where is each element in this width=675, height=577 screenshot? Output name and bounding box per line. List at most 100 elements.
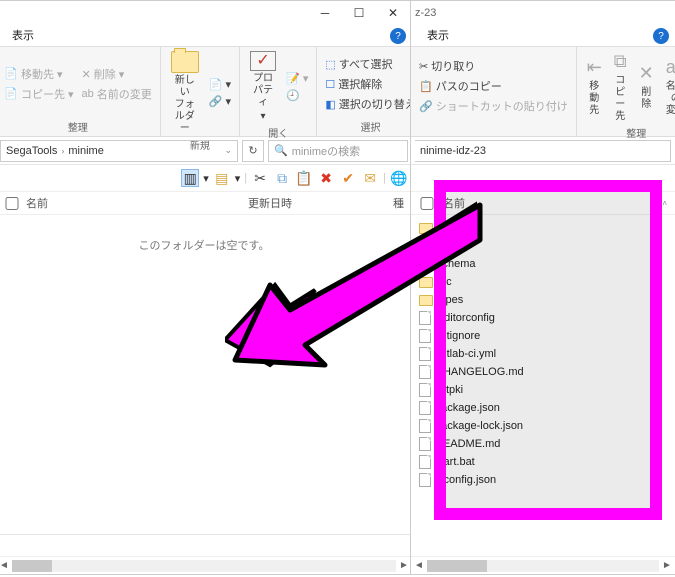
minimize-button[interactable]: ─: [308, 2, 342, 24]
copy-path-button[interactable]: 📋 パスのコピー: [417, 77, 570, 95]
file-name: start.bat: [435, 456, 475, 468]
ribbon-right: ✂ 切り取り 📋 パスのコピー 🔗 ショートカットの貼り付け ⇤移動先 ⧉コピー…: [411, 47, 675, 137]
scroll-thumb[interactable]: [427, 560, 487, 572]
file-icon: [419, 311, 431, 325]
delete-button-r[interactable]: ✕削除: [635, 61, 658, 113]
list-header-r: 名前 ˄: [411, 191, 675, 215]
sort-asc-icon[interactable]: ˄: [662, 199, 667, 208]
list-item[interactable]: schema: [419, 255, 675, 273]
horizontal-scrollbar-r[interactable]: ◄ ►: [411, 556, 675, 574]
rename-button[interactable]: ab 名前の変更: [80, 85, 154, 103]
file-name: package.json: [435, 402, 500, 414]
col-name-r[interactable]: 名前: [443, 195, 465, 211]
list-item[interactable]: README.md: [419, 435, 675, 453]
delete-button[interactable]: ✕ 削除 ▾: [80, 65, 154, 83]
mail-icon[interactable]: ✉: [361, 169, 379, 187]
list-item[interactable]: src: [419, 273, 675, 291]
history-button[interactable]: 🕘: [284, 88, 310, 103]
list-item[interactable]: pki: [419, 237, 675, 255]
cut-button[interactable]: ✂ 切り取り: [417, 57, 570, 75]
col-updated[interactable]: 更新日時: [248, 195, 292, 211]
easy-access-button[interactable]: 🔗 ▾: [207, 94, 233, 109]
list-item[interactable]: initpki: [419, 381, 675, 399]
file-name: types: [437, 294, 463, 306]
file-name: .vscode: [437, 222, 475, 234]
selectall-icon: ⬚: [325, 58, 335, 71]
tab-view[interactable]: 表示: [2, 24, 44, 46]
select-all-checkbox-r[interactable]: [419, 197, 435, 210]
tab-view-right[interactable]: 表示: [417, 24, 459, 46]
chevron-down-icon[interactable]: ⌄: [224, 145, 232, 156]
file-name: README.md: [435, 438, 500, 450]
scroll-thumb[interactable]: [12, 560, 52, 572]
explorer-window-left: ─ ☐ ✕ 表示 ? 📄移動先 ▾ 📄コピー先 ▾ ✕ 削除 ▾ ab 名前の変…: [0, 0, 413, 575]
cut-icon[interactable]: ✂: [251, 169, 269, 187]
breadcrumb-part[interactable]: SegaTools: [6, 145, 57, 157]
breadcrumb-r[interactable]: ninime-idz-23: [415, 140, 671, 162]
list-header: 名前 更新日時 種: [0, 191, 412, 215]
view-large-icon[interactable]: ▥: [181, 169, 199, 187]
paste-icon[interactable]: 📋: [295, 169, 313, 187]
copy-icon: ⧉: [614, 51, 627, 73]
close-button[interactable]: ✕: [376, 2, 410, 24]
file-icon: [419, 401, 431, 415]
refresh-button[interactable]: ↻: [242, 140, 264, 162]
ribbon-tabs-right: 表示 ?: [411, 25, 675, 47]
view-details-icon[interactable]: ▤: [213, 169, 231, 187]
list-item[interactable]: package-lock.json: [419, 417, 675, 435]
copy-to-button[interactable]: 📄コピー先 ▾: [2, 85, 76, 103]
title-suffix: z-23: [415, 7, 436, 19]
file-icon: [419, 473, 431, 487]
select-none-button[interactable]: ☐ 選択解除: [323, 75, 417, 93]
titlebar: ─ ☐ ✕: [0, 1, 412, 25]
paste-shortcut-button[interactable]: 🔗 ショートカットの貼り付け: [417, 97, 570, 115]
scroll-right-arrow[interactable]: ►: [659, 558, 675, 574]
list-item[interactable]: tsconfig.json: [419, 471, 675, 489]
file-icon: [419, 329, 431, 343]
check-icon: ✓: [250, 51, 276, 71]
move-to-button[interactable]: 📄移動先 ▾: [2, 65, 76, 83]
folder-icon: [419, 223, 433, 234]
horizontal-scrollbar[interactable]: ◄ ►: [0, 556, 412, 574]
maximize-button[interactable]: ☐: [342, 2, 376, 24]
select-all-button[interactable]: ⬚ すべて選択: [323, 55, 417, 73]
list-item[interactable]: start.bat: [419, 453, 675, 471]
select-all-checkbox[interactable]: [4, 197, 20, 210]
chevron-right-icon: ›: [61, 146, 64, 156]
help-icon[interactable]: ?: [390, 28, 406, 44]
folder-icon: [419, 241, 433, 252]
col-name[interactable]: 名前: [26, 195, 48, 211]
breadcrumb-tail[interactable]: ninime-idz-23: [420, 145, 486, 157]
list-item[interactable]: types: [419, 291, 675, 309]
new-item-button[interactable]: 📄 ▾: [207, 77, 233, 92]
list-item[interactable]: .editorconfig: [419, 309, 675, 327]
breadcrumb[interactable]: SegaTools › minime ⌄: [0, 140, 238, 162]
list-item[interactable]: .gitignore: [419, 327, 675, 345]
file-icon: [419, 383, 431, 397]
select-invert-button[interactable]: ◧ 選択の切り替え: [323, 95, 417, 113]
list-item[interactable]: .gitlab-ci.yml: [419, 345, 675, 363]
check-icon[interactable]: ✔: [339, 169, 357, 187]
address-bar-row-r: ninime-idz-23: [411, 137, 675, 165]
globe-icon[interactable]: 🌐: [390, 169, 408, 187]
scroll-left-arrow[interactable]: ◄: [411, 558, 427, 574]
list-item[interactable]: CHANGELOG.md: [419, 363, 675, 381]
breadcrumb-part[interactable]: minime: [68, 145, 103, 157]
new-folder-button[interactable]: 新しい フォルダー: [167, 49, 203, 137]
scroll-track[interactable]: [12, 560, 396, 572]
rename-button-r[interactable]: ab名前の 変更: [662, 55, 675, 119]
list-item[interactable]: package.json: [419, 399, 675, 417]
delete-x-icon[interactable]: ✖: [317, 169, 335, 187]
properties-button[interactable]: ✓プロパティ ▾: [246, 49, 280, 125]
search-input[interactable]: 🔍 minimeの検索: [268, 140, 408, 162]
copy-icon[interactable]: ⧉: [273, 169, 291, 187]
scroll-left-arrow[interactable]: ◄: [0, 558, 12, 574]
scroll-track[interactable]: [427, 560, 659, 572]
copy-to-button-r[interactable]: ⧉コピー先: [610, 49, 631, 125]
file-name: CHANGELOG.md: [435, 366, 524, 378]
edit-button[interactable]: 📝 ▾: [284, 71, 310, 86]
help-icon[interactable]: ?: [653, 28, 669, 44]
list-item[interactable]: .vscode: [419, 219, 675, 237]
move-to-button-r[interactable]: ⇤移動先: [583, 55, 606, 119]
col-type[interactable]: 種: [393, 195, 404, 211]
